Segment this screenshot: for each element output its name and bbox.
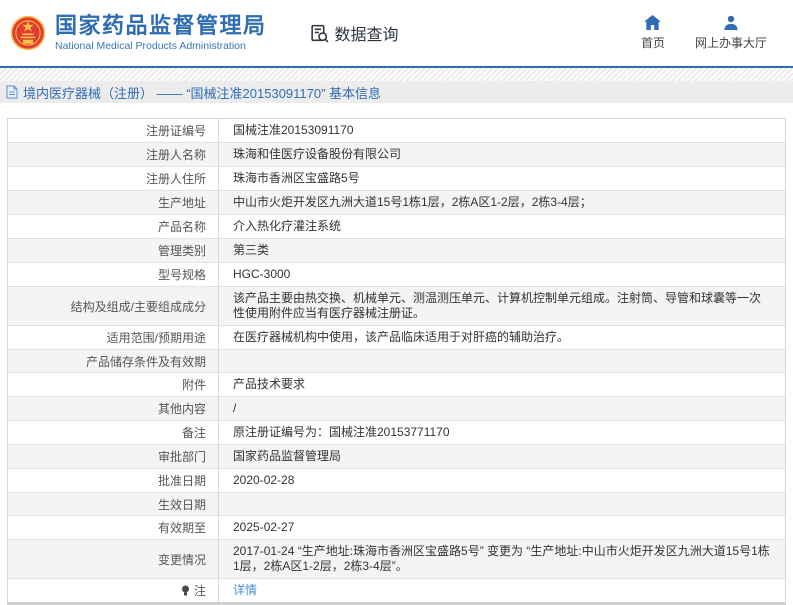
row-value: HGC-3000 [219,263,785,286]
row-label: 产品储存条件及有效期 [8,350,219,372]
breadcrumb: 境内医疗器械（注册） —— “国械注准20153091170” 基本信息 [0,81,793,103]
row-value [219,493,785,515]
table-row: 注册人名称 珠海和佳医疗设备股份有限公司 [8,142,785,166]
doc-search-icon [309,23,330,44]
detail-link[interactable]: 详情 [233,583,257,598]
row-value: 中山市火炬开发区九洲大道15号1栋1层，2栋A区1-2层，2栋3-4层； [219,191,785,214]
table-row: 审批部门 国家药品监督管理局 [8,444,785,468]
row-label: 有效期至 [8,516,219,539]
breadcrumb-text: 境内医疗器械（注册） —— “国械注准20153091170” 基本信息 [23,83,381,102]
row-value: 国械注准20153091170 [219,119,785,142]
row-label: 变更情况 [8,540,219,578]
row-label: 审批部门 [8,445,219,468]
data-query-label: 数据查询 [335,21,399,45]
row-label: 注册人住所 [8,167,219,190]
table-row: 生产地址 中山市火炬开发区九洲大道15号1栋1层，2栋A区1-2层，2栋3-4层… [8,190,785,214]
row-label: 其他内容 [8,397,219,420]
table-row: 适用范围/预期用途 在医疗器械机构中使用，该产品临床适用于对肝癌的辅助治疗。 [8,325,785,349]
row-value: 2020-02-28 [219,469,785,492]
table-row: 批准日期 2020-02-28 [8,468,785,492]
nav-item-home[interactable]: 首页 [641,15,665,51]
row-value: 在医疗器械机构中使用，该产品临床适用于对肝癌的辅助治疗。 [219,326,785,349]
row-label: 附件 [8,373,219,396]
row-label: 注 [8,579,219,602]
row-value [219,350,785,372]
top-nav: 首页 网上办事大厅 [641,15,767,51]
row-label: 注册证编号 [8,119,219,142]
row-label: 结构及组成/主要组成成分 [8,287,219,325]
table-row: 管理类别 第三类 [8,238,785,262]
nav-hall-label: 网上办事大厅 [695,34,767,51]
table-row: 产品储存条件及有效期 [8,349,785,372]
nav-item-service-hall[interactable]: 网上办事大厅 [695,15,767,51]
row-value: / [219,397,785,420]
row-label: 生产地址 [8,191,219,214]
data-query-entry[interactable]: 数据查询 [309,21,399,45]
row-label: 型号规格 [8,263,219,286]
table-row: 备注 原注册证编号为：国械注准20153771170 [8,420,785,444]
row-value: 介入热化疗灌注系统 [219,215,785,238]
row-label: 产品名称 [8,215,219,238]
row-value: 原注册证编号为：国械注准20153771170 [219,421,785,444]
row-label: 备注 [8,421,219,444]
document-icon [6,85,18,99]
person-icon [723,15,739,30]
row-value: 珠海和佳医疗设备股份有限公司 [219,143,785,166]
row-value: 珠海市香洲区宝盛路5号 [219,167,785,190]
brand: 国家药品监督管理局 National Medical Products Admi… [10,14,267,53]
home-icon [644,15,661,30]
table-row: 注册证编号 国械注准20153091170 [8,119,785,142]
row-label: 适用范围/预期用途 [8,326,219,349]
org-name-cn: 国家药品监督管理局 [55,14,267,38]
table-row: 变更情况 2017-01-24 “生产地址:珠海市香洲区宝盛路5号” 变更为 “… [8,539,785,578]
table-row: 注册人住所 珠海市香洲区宝盛路5号 [8,166,785,190]
table-row: 产品名称 介入热化疗灌注系统 [8,214,785,238]
row-label: 批准日期 [8,469,219,492]
nav-home-label: 首页 [641,34,665,51]
national-emblem-icon [10,14,46,52]
note-label: 注 [194,582,206,599]
table-row: 生效日期 [8,492,785,515]
row-value: 详情 [219,579,785,602]
row-label: 生效日期 [8,493,219,515]
row-label: 管理类别 [8,239,219,262]
row-value: 第三类 [219,239,785,262]
org-name-en: National Medical Products Administration [55,41,267,53]
row-value: 国家药品监督管理局 [219,445,785,468]
table-row: 有效期至 2025-02-27 [8,515,785,539]
bulb-icon [181,585,190,597]
page-header: 国家药品监督管理局 National Medical Products Admi… [0,0,793,68]
row-value: 产品技术要求 [219,373,785,396]
registration-info-table: 注册证编号 国械注准20153091170 注册人名称 珠海和佳医疗设备股份有限… [7,118,786,605]
hatch-divider [0,68,793,81]
row-value: 该产品主要由热交换、机械单元、测温测压单元、计算机控制单元组成。注射筒、导管和球… [219,287,785,325]
table-row: 型号规格 HGC-3000 [8,262,785,286]
row-label: 注册人名称 [8,143,219,166]
row-value: 2025-02-27 [219,516,785,539]
table-row: 附件 产品技术要求 [8,372,785,396]
table-row: 其他内容 / [8,396,785,420]
row-value: 2017-01-24 “生产地址:珠海市香洲区宝盛路5号” 变更为 “生产地址:… [219,540,785,578]
table-row: 结构及组成/主要组成成分 该产品主要由热交换、机械单元、测温测压单元、计算机控制… [8,286,785,325]
table-row-note: 注 详情 [8,578,785,602]
